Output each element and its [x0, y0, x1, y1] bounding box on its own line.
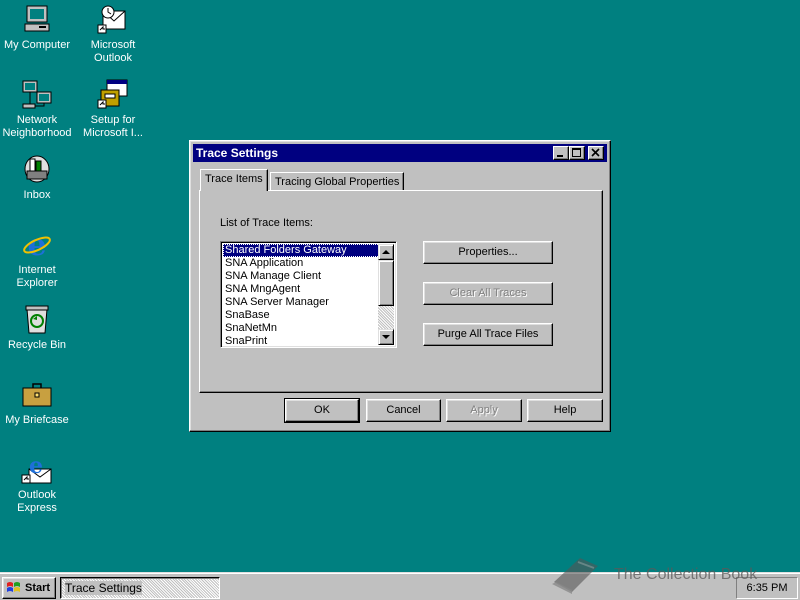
- apply-button[interactable]: Apply: [446, 399, 522, 422]
- desktop-icon-recycle-bin[interactable]: Recycle Bin: [0, 303, 77, 352]
- maximize-icon: [572, 148, 581, 157]
- scroll-up-button[interactable]: [378, 244, 394, 260]
- tab-tracing-global-properties[interactable]: Tracing Global Properties: [270, 172, 405, 192]
- start-button[interactable]: Start: [2, 577, 56, 599]
- apply-button-label: Apply: [470, 404, 498, 416]
- tab-trace-items[interactable]: Trace Items: [200, 169, 268, 191]
- recycle-bin-icon: [25, 305, 49, 334]
- cancel-button[interactable]: Cancel: [366, 399, 441, 422]
- dialog-titlebar[interactable]: Trace Settings: [193, 144, 607, 162]
- watermark-text: The Collection Book: [614, 566, 758, 583]
- close-button[interactable]: [588, 146, 604, 160]
- desktop-icon-label: Outlook Express: [17, 489, 57, 514]
- close-icon: [591, 148, 600, 157]
- listbox-scrollbar[interactable]: [378, 244, 394, 345]
- arrow-down-icon: [382, 335, 390, 339]
- list-item[interactable]: SNA Application: [223, 257, 380, 270]
- desktop-icon-label: Microsoft Outlook: [90, 39, 136, 64]
- desktop-icon-label: Inbox: [23, 189, 51, 201]
- inbox-icon: [24, 155, 50, 183]
- desktop-icon-my-computer[interactable]: My Computer: [0, 3, 77, 52]
- minimize-icon: [557, 155, 563, 157]
- svg-text:e: e: [29, 453, 43, 479]
- desktop-icon-label: My Computer: [3, 39, 71, 51]
- properties-button-label: Properties...: [458, 246, 518, 258]
- taskbar-button-trace-settings[interactable]: Trace Settings: [60, 577, 220, 599]
- desktop-icon-label: My Briefcase: [5, 414, 69, 426]
- network-icon: [22, 80, 52, 109]
- list-item[interactable]: SNA Manage Client: [223, 270, 380, 283]
- clear-all-traces-label: Clear All Traces: [449, 287, 527, 299]
- properties-button[interactable]: Properties...: [423, 241, 553, 264]
- desktop-icon-my-briefcase[interactable]: My Briefcase: [0, 378, 77, 427]
- tab-label: Tracing Global Properties: [275, 176, 400, 188]
- computer-icon: [24, 5, 50, 32]
- scroll-down-button[interactable]: [378, 329, 394, 345]
- task-label: Trace Settings: [65, 581, 142, 595]
- arrow-up-icon: [382, 250, 390, 254]
- outlook-express-icon: e: [21, 453, 52, 484]
- start-label: Start: [25, 582, 51, 594]
- outlook-icon: [97, 5, 126, 34]
- list-item[interactable]: Shared Folders Gateway: [223, 244, 380, 257]
- minimize-button[interactable]: [553, 146, 569, 160]
- purge-all-trace-files-button[interactable]: Purge All Trace Files: [423, 323, 553, 346]
- desktop-icon-label: Network Neighborhood: [2, 114, 72, 139]
- list-label: List of Trace Items:: [220, 217, 313, 229]
- setup-icon: [97, 79, 128, 109]
- desktop-icon-label: Recycle Bin: [7, 339, 67, 351]
- desktop-icon-outlook-express[interactable]: e Outlook Express: [0, 453, 77, 515]
- desktop-icon-internet-explorer[interactable]: e Internet Explorer: [0, 228, 77, 290]
- maximize-button[interactable]: [569, 146, 585, 160]
- desktop-icon-label: Setup for Microsoft I...: [83, 114, 143, 139]
- desktop-icon-microsoft-outlook[interactable]: Microsoft Outlook: [73, 3, 153, 65]
- internet-explorer-icon: e: [23, 228, 51, 260]
- trace-items-listbox[interactable]: Shared Folders Gateway SNA Application S…: [220, 241, 397, 348]
- ok-button-label: OK: [314, 404, 330, 416]
- list-item[interactable]: SNA Server Manager: [223, 296, 380, 309]
- trace-settings-dialog: Trace Settings Trace Items Tracing Globa…: [189, 140, 611, 432]
- dialog-title: Trace Settings: [196, 146, 279, 160]
- scroll-thumb[interactable]: [378, 260, 394, 306]
- desktop-icon-label: Internet Explorer: [16, 264, 58, 289]
- desktop-icon-setup[interactable]: Setup for Microsoft I...: [73, 78, 153, 140]
- purge-all-trace-files-label: Purge All Trace Files: [437, 328, 539, 340]
- clear-all-traces-button[interactable]: Clear All Traces: [423, 282, 553, 305]
- book-icon: [552, 558, 598, 594]
- tab-label: Trace Items: [205, 173, 263, 185]
- help-button-label: Help: [553, 404, 577, 416]
- list-item[interactable]: SnaNetMn: [223, 322, 380, 335]
- ok-button[interactable]: OK: [284, 398, 360, 423]
- list-item[interactable]: SnaPrint: [223, 335, 380, 345]
- windows-logo-icon: [7, 582, 20, 592]
- desktop-icon-network-neighborhood[interactable]: Network Neighborhood: [0, 78, 77, 140]
- list-items: Shared Folders Gateway SNA Application S…: [223, 244, 380, 345]
- watermark: The Collection Book: [548, 552, 788, 596]
- list-label-text: List of Trace Items:: [220, 217, 313, 229]
- briefcase-icon: [22, 383, 52, 407]
- desktop-icon-inbox[interactable]: Inbox: [0, 153, 77, 202]
- cancel-button-label: Cancel: [386, 404, 421, 416]
- list-item[interactable]: SnaBase: [223, 309, 380, 322]
- list-item[interactable]: SNA MngAgent: [223, 283, 380, 296]
- help-button[interactable]: Help: [527, 399, 603, 422]
